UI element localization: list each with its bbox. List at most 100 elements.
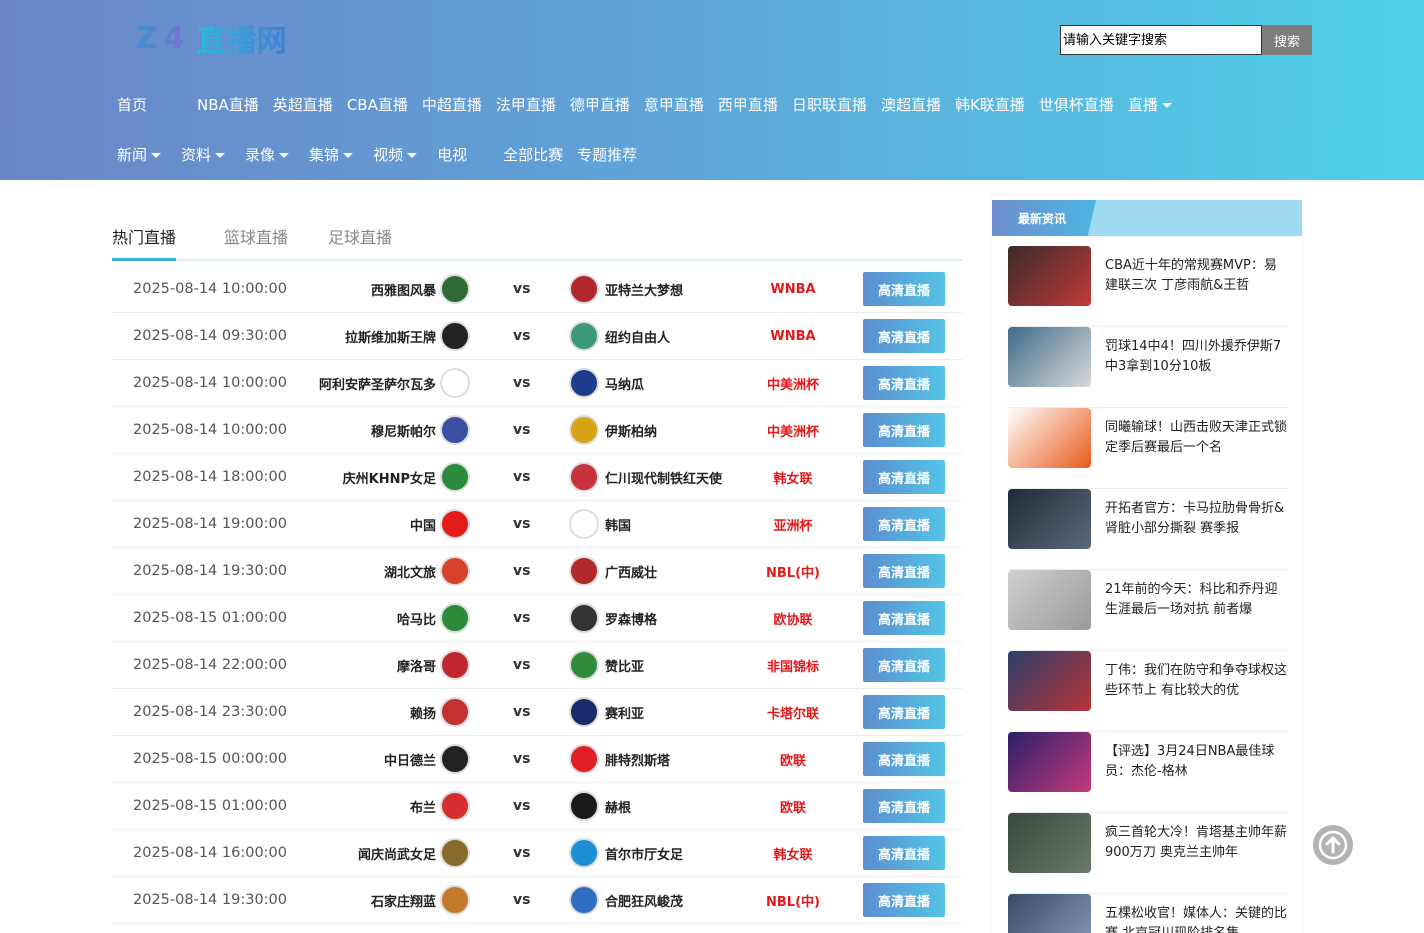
site-logo[interactable]: Z4 直播网 [136, 18, 287, 60]
nav-item[interactable]: 法甲直播 [496, 94, 556, 115]
nav-item-label: 韩K联直播 [954, 96, 1025, 114]
news-title[interactable]: 疯三首轮大冷！肯塔基主帅年薪900万刀 奥克兰主帅年 [1105, 823, 1288, 863]
league-name[interactable]: 亚洲杯 [742, 501, 844, 547]
news-title[interactable]: 21年前的今天：科比和乔丹迎生涯最后一场对抗 前者爆 [1105, 580, 1288, 620]
league-name[interactable]: 中美洲杯 [742, 360, 844, 406]
tab-hot-live[interactable]: 热门直播 [112, 224, 177, 261]
news-item[interactable]: 【评选】3月24日NBA最佳球员：杰伦-格林 [1008, 732, 1288, 813]
news-thumbnail[interactable] [1008, 732, 1091, 792]
news-item[interactable]: 罚球14中4！四川外援乔伊斯7中3拿到10分10板 [1008, 327, 1288, 408]
league-name[interactable]: 欧协联 [742, 595, 844, 641]
league-name[interactable]: 韩女联 [742, 454, 844, 500]
nav-item[interactable]: 直播 [1128, 94, 1172, 115]
news-title[interactable]: 五棵松收官！媒体人：关键的比赛 北京冠川现阶排名集 [1105, 904, 1288, 933]
away-team-name: 马纳瓜 [605, 377, 645, 393]
nav-item[interactable]: 韩K联直播 [955, 94, 1025, 115]
watch-live-button[interactable]: 高清直播 [863, 366, 945, 400]
news-thumbnail[interactable] [1008, 813, 1091, 873]
news-title[interactable]: 罚球14中4！四川外援乔伊斯7中3拿到10分10板 [1105, 337, 1288, 377]
watch-live-button[interactable]: 高清直播 [863, 883, 945, 917]
nav-item[interactable]: 专题推荐 [577, 144, 637, 165]
nav-item[interactable]: CBA直播 [347, 94, 408, 115]
tab-basketball-live[interactable]: 篮球直播 [224, 224, 288, 261]
nav-item-label: CBA直播 [346, 96, 408, 114]
search-input[interactable] [1060, 25, 1262, 55]
news-title[interactable]: CBA近十年的常规赛MVP：易建联三次 丁彦雨航&王哲 [1105, 256, 1288, 296]
news-thumbnail[interactable] [1008, 894, 1091, 933]
caret-down-icon [151, 153, 162, 158]
nav-item[interactable]: 英超直播 [273, 94, 333, 115]
watch-live-button[interactable]: 高清直播 [863, 789, 945, 823]
caret-down-icon [343, 153, 354, 158]
news-item[interactable]: 同曦输球！山西击败天津正式锁定季后赛最后一个名 [1008, 408, 1288, 489]
nav-item[interactable]: 澳超直播 [881, 94, 941, 115]
nav-item[interactable]: 新闻 [117, 144, 162, 165]
news-item[interactable]: 开拓者官方：卡马拉肋骨骨折&肾脏小部分撕裂 赛季报 [1008, 489, 1288, 570]
watch-live-button[interactable]: 高清直播 [863, 507, 945, 541]
watch-live-button[interactable]: 高清直播 [863, 695, 945, 729]
main-nav: 首页 NBA直播 英超直播 CBA直播 中超直播 法甲直播 德甲直播 意甲直播 西甲直播 日职联直… [117, 94, 1186, 115]
news-thumbnail[interactable] [1008, 327, 1091, 387]
tab-football-live[interactable]: 足球直播 [328, 224, 392, 261]
search-button[interactable]: 搜索 [1262, 25, 1312, 55]
news-title[interactable]: 同曦输球！山西击败天津正式锁定季后赛最后一个名 [1105, 418, 1288, 458]
nav-item[interactable]: 日职联直播 [792, 94, 867, 115]
nav-item[interactable]: 视频 [373, 144, 418, 165]
nav-item[interactable]: 西甲直播 [718, 94, 778, 115]
watch-live-button[interactable]: 高清直播 [863, 601, 945, 635]
nav-item[interactable]: 电视 [437, 144, 467, 165]
news-title[interactable]: 开拓者官方：卡马拉肋骨骨折&肾脏小部分撕裂 赛季报 [1105, 499, 1288, 539]
nav-item[interactable]: 录像 [245, 144, 290, 165]
nav-item[interactable]: 首页 [117, 94, 147, 115]
league-name[interactable]: 韩女联 [742, 830, 844, 876]
league-name[interactable]: WNBA [742, 313, 844, 359]
home-team-logo-cell [440, 689, 470, 735]
home-team-name: 穆尼斯帕尔 [370, 424, 436, 440]
match-time: 2025-08-15 00:00:00 [133, 751, 287, 767]
away-team-logo-icon [569, 415, 599, 445]
league-name[interactable]: WNBA [742, 266, 844, 312]
watch-live-button[interactable]: 高清直播 [863, 742, 945, 776]
league-name[interactable]: 非国锦标 [742, 642, 844, 688]
league-name[interactable]: 中美洲杯 [742, 407, 844, 453]
watch-live-button[interactable]: 高清直播 [863, 648, 945, 682]
league-name[interactable]: 卡塔尔联 [742, 689, 844, 735]
news-item[interactable]: 五棵松收官！媒体人：关键的比赛 北京冠川现阶排名集 [1008, 894, 1288, 933]
nav-item-label: 意甲直播 [643, 96, 704, 114]
nav-item[interactable]: 集锦 [309, 144, 354, 165]
news-item[interactable]: 疯三首轮大冷！肯塔基主帅年薪900万刀 奥克兰主帅年 [1008, 813, 1288, 894]
nav-item[interactable]: 世俱杯直播 [1039, 94, 1114, 115]
news-thumbnail[interactable] [1008, 408, 1091, 468]
league-name[interactable]: 欧联 [742, 783, 844, 829]
watch-live-button[interactable]: 高清直播 [863, 460, 945, 494]
news-item[interactable]: 丁伟：我们在防守和争夺球权这些环节上 有比较大的优 [1008, 651, 1288, 732]
watch-live-button[interactable]: 高清直播 [863, 413, 945, 447]
news-title[interactable]: 【评选】3月24日NBA最佳球员：杰伦-格林 [1105, 742, 1288, 782]
news-thumbnail[interactable] [1008, 651, 1091, 711]
news-item[interactable]: CBA近十年的常规赛MVP：易建联三次 丁彦雨航&王哲 [1008, 246, 1288, 327]
watch-live-button[interactable]: 高清直播 [863, 272, 945, 306]
news-item[interactable]: 21年前的今天：科比和乔丹迎生涯最后一场对抗 前者爆 [1008, 570, 1288, 651]
watch-live-button[interactable]: 高清直播 [863, 319, 945, 353]
nav-item-label: 首页 [117, 96, 148, 114]
nav-item[interactable]: 德甲直播 [570, 94, 630, 115]
league-name[interactable]: NBL(中) [742, 877, 844, 923]
nav-item[interactable]: 全部比赛 [503, 144, 563, 165]
league-name[interactable]: NBL(中) [742, 548, 844, 594]
news-title[interactable]: 丁伟：我们在防守和争夺球权这些环节上 有比较大的优 [1105, 661, 1288, 701]
news-thumbnail[interactable] [1008, 570, 1091, 630]
watch-live-button[interactable]: 高清直播 [863, 836, 945, 870]
news-thumbnail[interactable] [1008, 489, 1091, 549]
watch-live-button[interactable]: 高清直播 [863, 554, 945, 588]
away-team-logo-cell [569, 736, 599, 782]
nav-item[interactable]: NBA直播 [197, 94, 259, 115]
home-team-logo-cell [440, 595, 470, 641]
nav-item[interactable]: 资料 [181, 144, 226, 165]
league-name[interactable]: 欧联 [742, 736, 844, 782]
nav-item[interactable]: 中超直播 [422, 94, 482, 115]
news-thumbnail[interactable] [1008, 246, 1091, 306]
home-team-logo-cell [440, 454, 470, 500]
nav-item[interactable]: 意甲直播 [644, 94, 704, 115]
back-to-top-button[interactable] [1313, 825, 1353, 865]
match-row: 2025-08-14 23:30:00 赖扬 vs 赛利亚 卡塔尔联 高清直播 [112, 689, 962, 736]
